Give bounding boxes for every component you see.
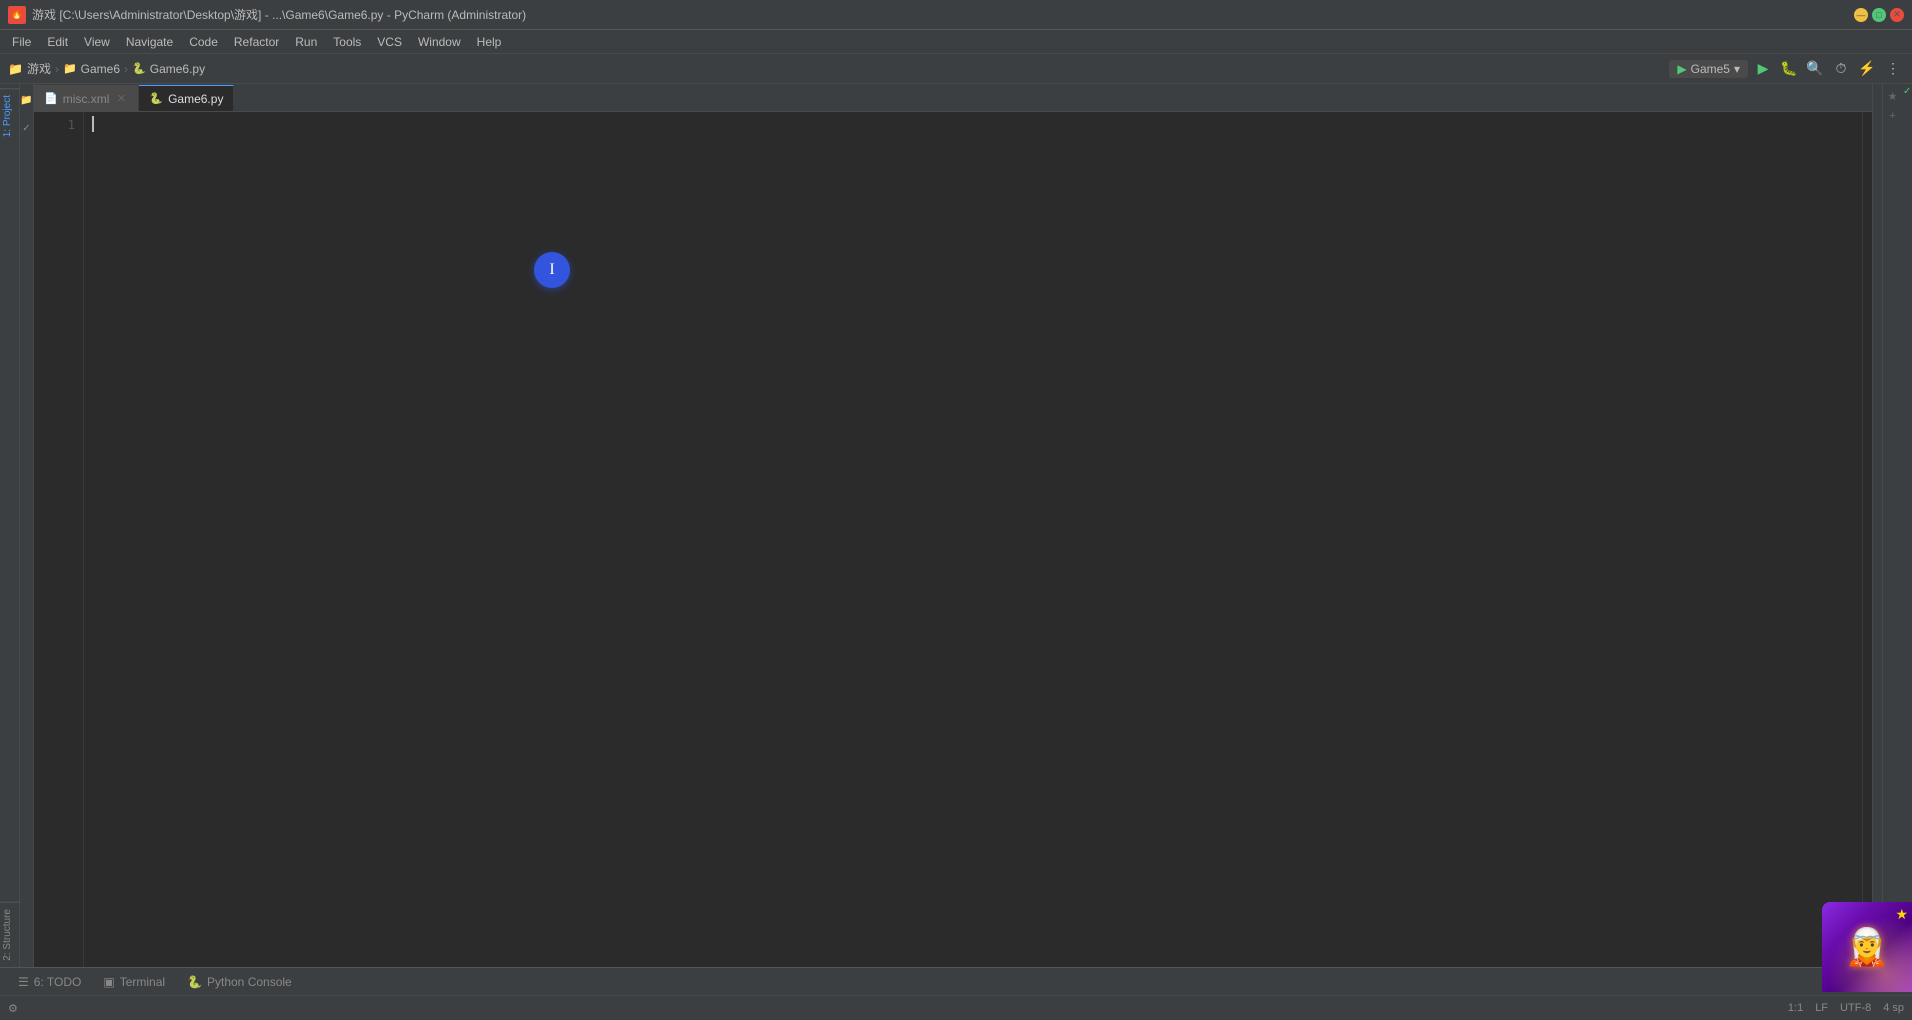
menu-view[interactable]: View <box>76 33 118 51</box>
bottom-tab-terminal-label: Terminal <box>120 975 165 989</box>
panel-tab-structure[interactable]: 2: Structure <box>0 902 20 967</box>
left-sidebar: 📁 ✓ <box>20 84 34 967</box>
breadcrumb-folder-icon: 📁 <box>8 62 23 76</box>
statusbar: ⚙ 1:1 LF UTF-8 4 sp <box>0 995 1912 1020</box>
toolbar: 📁 游戏 › 📁 Game6 › 🐍 Game6.py ▶ Game5 ▾ ▶ … <box>0 54 1912 84</box>
breadcrumb-sep1: › <box>55 62 59 76</box>
maximize-button[interactable]: □ <box>1872 8 1886 22</box>
close-button[interactable]: ✕ <box>1890 8 1904 22</box>
menu-window[interactable]: Window <box>410 33 469 51</box>
validation-sidebar: ✓ <box>1902 84 1912 967</box>
tab-misc-xml-label: misc.xml <box>63 92 110 106</box>
menu-code[interactable]: Code <box>181 33 226 51</box>
coverage-button[interactable]: 🔍 <box>1804 58 1826 80</box>
breadcrumb-sep2: › <box>124 62 128 76</box>
favorites-add-icon[interactable]: + <box>1885 108 1901 124</box>
bottom-tab-todo-icon: ☰ <box>18 975 29 989</box>
minimize-button[interactable]: — <box>1854 8 1868 22</box>
status-vcs-icon: ⚙ <box>8 1002 18 1015</box>
app-icon: 🔥 <box>8 6 26 24</box>
main-layout: 1: Project 2: Structure 📁 ✓ 📄 misc.xml ✕… <box>0 84 1912 967</box>
extra-toolbar-button[interactable]: ⋮ <box>1882 58 1904 80</box>
text-cursor <box>92 116 94 132</box>
breadcrumb-project-icon: 📁 <box>63 62 77 75</box>
tab-misc-xml-close[interactable]: ✕ <box>114 92 128 106</box>
run-button[interactable]: ▶ <box>1752 58 1774 80</box>
menu-tools[interactable]: Tools <box>325 33 369 51</box>
run-config-icon: ▶ <box>1677 62 1686 76</box>
bottom-tab-todo[interactable]: ☰ 6: TODO <box>8 970 91 994</box>
breadcrumb: 📁 游戏 › 📁 Game6 › 🐍 Game6.py <box>8 60 205 77</box>
validation-ok-icon: ✓ <box>1903 86 1911 94</box>
breadcrumb-home[interactable]: 游戏 <box>27 60 51 77</box>
status-line-sep[interactable]: LF <box>1815 1002 1828 1014</box>
menu-edit[interactable]: Edit <box>39 33 76 51</box>
tabs-bar: 📄 misc.xml ✕ 🐍 Game6.py <box>34 84 1872 112</box>
editor-scrollbar[interactable] <box>1862 112 1872 967</box>
blue-circle-indicator: I <box>534 252 570 288</box>
bottom-tab-python-console-icon: 🐍 <box>187 975 202 989</box>
status-encoding[interactable]: UTF-8 <box>1840 1002 1871 1014</box>
tab-misc-xml-icon: 📄 <box>44 92 58 105</box>
status-left: ⚙ <box>8 1002 18 1015</box>
run-config-chevron: ▾ <box>1734 62 1740 76</box>
code-content[interactable] <box>84 112 1862 967</box>
char-art-bg: 🧝 ★ <box>1822 902 1912 992</box>
menu-refactor[interactable]: Refactor <box>226 33 287 51</box>
char-emoji: 🧝 <box>1845 926 1890 968</box>
tab-game6-label: Game6.py <box>168 92 223 106</box>
bottom-toolbar: ☰ 6: TODO ▣ Terminal 🐍 Python Console <box>0 967 1912 995</box>
bottom-tab-terminal-icon: ▣ <box>103 975 114 989</box>
cursor-line <box>92 116 1854 132</box>
right-sidebar <box>1872 84 1882 967</box>
menubar: File Edit View Navigate Code Refactor Ru… <box>0 30 1912 54</box>
bottom-tab-python-console-label: Python Console <box>207 975 292 989</box>
breadcrumb-game6[interactable]: Game6 <box>81 62 120 76</box>
window-controls: — □ ✕ <box>1854 8 1904 22</box>
favorites-sidebar: ★ + <box>1882 84 1902 967</box>
status-right: 1:1 LF UTF-8 4 sp <box>1788 1002 1904 1014</box>
code-editor[interactable]: 1 I <box>34 112 1872 967</box>
tab-misc-xml[interactable]: 📄 misc.xml ✕ <box>34 85 139 111</box>
char-star: ★ <box>1895 906 1908 923</box>
line-numbers: 1 <box>34 112 84 967</box>
menu-vcs[interactable]: VCS <box>369 33 410 51</box>
char-art: 🧝 ★ <box>1822 902 1912 992</box>
bottom-tab-todo-label: 6: TODO <box>34 975 82 989</box>
status-indent[interactable]: 4 sp <box>1883 1002 1904 1014</box>
bottom-tab-terminal[interactable]: ▣ Terminal <box>93 970 175 994</box>
menu-run[interactable]: Run <box>287 33 325 51</box>
menu-help[interactable]: Help <box>469 33 510 51</box>
tab-game6-py[interactable]: 🐍 Game6.py <box>139 85 234 111</box>
concurrency-button[interactable]: ⚡ <box>1856 58 1878 80</box>
debug-button[interactable]: 🐛 <box>1778 58 1800 80</box>
window-title: 游戏 [C:\Users\Administrator\Desktop\游戏] -… <box>32 6 1854 23</box>
tab-game6-icon: 🐍 <box>149 92 163 105</box>
profile-button[interactable]: ⏱ <box>1830 58 1852 80</box>
panel-tab-project[interactable]: 1: Project <box>0 88 20 143</box>
status-position[interactable]: 1:1 <box>1788 1002 1803 1014</box>
menu-file[interactable]: File <box>4 33 39 51</box>
breadcrumb-file[interactable]: Game6.py <box>150 62 205 76</box>
cursor-symbol: I <box>549 261 554 279</box>
menu-navigate[interactable]: Navigate <box>118 33 181 51</box>
vertical-panel-tabs: 1: Project 2: Structure <box>0 84 20 967</box>
favorites-star-icon[interactable]: ★ <box>1885 88 1901 104</box>
run-config-selector[interactable]: ▶ Game5 ▾ <box>1669 60 1748 78</box>
bottom-tab-python-console[interactable]: 🐍 Python Console <box>177 970 302 994</box>
editor-area: 📄 misc.xml ✕ 🐍 Game6.py 1 I <box>34 84 1872 967</box>
breadcrumb-file-icon: 🐍 <box>132 62 146 75</box>
run-config-name: Game5 <box>1691 62 1730 76</box>
titlebar: 🔥 游戏 [C:\Users\Administrator\Desktop\游戏]… <box>0 0 1912 30</box>
